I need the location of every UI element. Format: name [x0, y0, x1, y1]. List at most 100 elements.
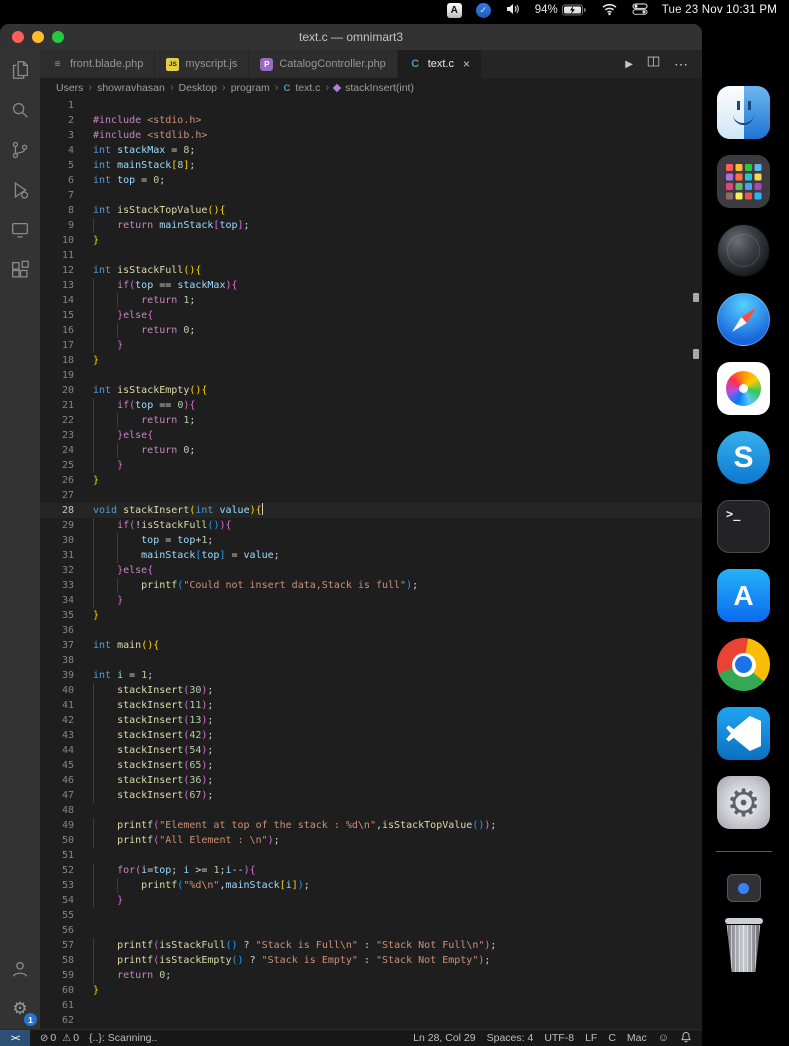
code-line[interactable]: 26}: [40, 473, 702, 488]
vscode-dock-icon[interactable]: [717, 707, 770, 760]
split-editor-button[interactable]: [647, 55, 660, 73]
line-number[interactable]: 34: [40, 593, 74, 608]
code-line[interactable]: 57printf(isStackFull() ? "Stack is Full\…: [40, 938, 702, 953]
line-number[interactable]: 30: [40, 533, 74, 548]
line-number[interactable]: 28: [40, 503, 74, 518]
code-line[interactable]: 10}: [40, 233, 702, 248]
line-number[interactable]: 27: [40, 488, 74, 503]
code-line[interactable]: 35}: [40, 608, 702, 623]
minimize-window-button[interactable]: [32, 31, 44, 43]
line-number[interactable]: 17: [40, 338, 74, 353]
line-number[interactable]: 23: [40, 428, 74, 443]
code-line[interactable]: 50printf("All Element : \n");: [40, 833, 702, 848]
account-icon[interactable]: [0, 949, 40, 989]
launchpad-dock-icon[interactable]: [717, 155, 770, 208]
code-line[interactable]: 14return 1;: [40, 293, 702, 308]
line-number[interactable]: 36: [40, 623, 74, 638]
sysprefs-dock-icon[interactable]: [717, 776, 770, 829]
code-line[interactable]: 7: [40, 188, 702, 203]
menu-bar-clock[interactable]: Tue 23 Nov 10:31 PM: [662, 4, 777, 16]
line-number[interactable]: 59: [40, 968, 74, 983]
line-number[interactable]: 21: [40, 398, 74, 413]
line-number[interactable]: 53: [40, 878, 74, 893]
code-line[interactable]: 15}else{: [40, 308, 702, 323]
line-number[interactable]: 45: [40, 758, 74, 773]
line-number[interactable]: 35: [40, 608, 74, 623]
line-number[interactable]: 16: [40, 323, 74, 338]
miniwindow-dock-icon[interactable]: [727, 874, 761, 902]
code-line[interactable]: 38: [40, 653, 702, 668]
line-number[interactable]: 20: [40, 383, 74, 398]
line-number[interactable]: 8: [40, 203, 74, 218]
code-line[interactable]: 49printf("Element at top of the stack : …: [40, 818, 702, 833]
line-number[interactable]: 18: [40, 353, 74, 368]
breadcrumb-item[interactable]: Desktop: [178, 82, 217, 94]
code-line[interactable]: 55: [40, 908, 702, 923]
code-line[interactable]: 45stackInsert(65);: [40, 758, 702, 773]
line-number[interactable]: 1: [40, 98, 74, 113]
more-actions-button[interactable]: ⋯: [674, 56, 689, 73]
code-line[interactable]: 53printf("%d\n",mainStack[i]);: [40, 878, 702, 893]
code-line[interactable]: 2#include <stdio.h>: [40, 113, 702, 128]
code-line[interactable]: 21if(top == 0){: [40, 398, 702, 413]
input-source-icon[interactable]: A: [447, 3, 462, 18]
line-number[interactable]: 11: [40, 248, 74, 263]
code-line[interactable]: 29if(!isStackFull()){: [40, 518, 702, 533]
code-line[interactable]: 44stackInsert(54);: [40, 743, 702, 758]
breadcrumb-item[interactable]: program: [231, 82, 270, 94]
run-debug-icon[interactable]: [0, 170, 40, 210]
volume-icon[interactable]: [505, 2, 521, 19]
finder-dock-icon[interactable]: [717, 86, 770, 139]
problems-status[interactable]: 0 0: [40, 1032, 79, 1044]
chrome-dock-icon[interactable]: [717, 638, 770, 691]
line-number[interactable]: 6: [40, 173, 74, 188]
language-mode[interactable]: C: [608, 1032, 616, 1044]
line-number[interactable]: 13: [40, 278, 74, 293]
line-number[interactable]: 48: [40, 803, 74, 818]
line-number[interactable]: 3: [40, 128, 74, 143]
code-line[interactable]: 51: [40, 848, 702, 863]
code-line[interactable]: 41stackInsert(11);: [40, 698, 702, 713]
line-number[interactable]: 42: [40, 713, 74, 728]
code-line[interactable]: 36: [40, 623, 702, 638]
battery-indicator[interactable]: 94%: [535, 3, 587, 17]
code-line[interactable]: 8int isStackTopValue(){: [40, 203, 702, 218]
encoding-status[interactable]: UTF-8: [544, 1032, 574, 1044]
code-line[interactable]: 61: [40, 998, 702, 1013]
code-line[interactable]: 6int top = 0;: [40, 173, 702, 188]
line-number[interactable]: 55: [40, 908, 74, 923]
code-line[interactable]: 42stackInsert(13);: [40, 713, 702, 728]
explorer-icon[interactable]: [0, 50, 40, 90]
line-number[interactable]: 60: [40, 983, 74, 998]
code-line[interactable]: 30top = top+1;: [40, 533, 702, 548]
line-number[interactable]: 4: [40, 143, 74, 158]
close-window-button[interactable]: [12, 31, 24, 43]
settings-gear-icon[interactable]: ⚙ 1: [0, 989, 40, 1029]
check-badge-icon[interactable]: [476, 3, 491, 18]
breadcrumb-item[interactable]: stackInsert(int): [345, 82, 414, 94]
line-number[interactable]: 58: [40, 953, 74, 968]
code-line[interactable]: 59return 0;: [40, 968, 702, 983]
code-line[interactable]: 11: [40, 248, 702, 263]
code-line[interactable]: 5int mainStack[8];: [40, 158, 702, 173]
remote-explorer-icon[interactable]: [0, 210, 40, 250]
line-number[interactable]: 25: [40, 458, 74, 473]
code-line[interactable]: 3#include <stdlib.h>: [40, 128, 702, 143]
line-number[interactable]: 29: [40, 518, 74, 533]
line-number[interactable]: 10: [40, 233, 74, 248]
code-line[interactable]: 47stackInsert(67);: [40, 788, 702, 803]
run-code-button[interactable]: ▶: [625, 59, 633, 70]
tab-CatalogController.php[interactable]: PCatalogController.php: [249, 50, 397, 78]
code-line[interactable]: 16return 0;: [40, 323, 702, 338]
editor[interactable]: 12#include <stdio.h>3#include <stdlib.h>…: [40, 98, 702, 1029]
code-line[interactable]: 43stackInsert(42);: [40, 728, 702, 743]
line-number[interactable]: 57: [40, 938, 74, 953]
code-line[interactable]: 32}else{: [40, 563, 702, 578]
line-number[interactable]: 22: [40, 413, 74, 428]
line-number[interactable]: 37: [40, 638, 74, 653]
line-number[interactable]: 47: [40, 788, 74, 803]
host-indicator[interactable]: Mac: [627, 1032, 647, 1044]
line-number[interactable]: 7: [40, 188, 74, 203]
title-bar[interactable]: text.c — omnimart3: [0, 24, 702, 50]
code-line[interactable]: 60}: [40, 983, 702, 998]
